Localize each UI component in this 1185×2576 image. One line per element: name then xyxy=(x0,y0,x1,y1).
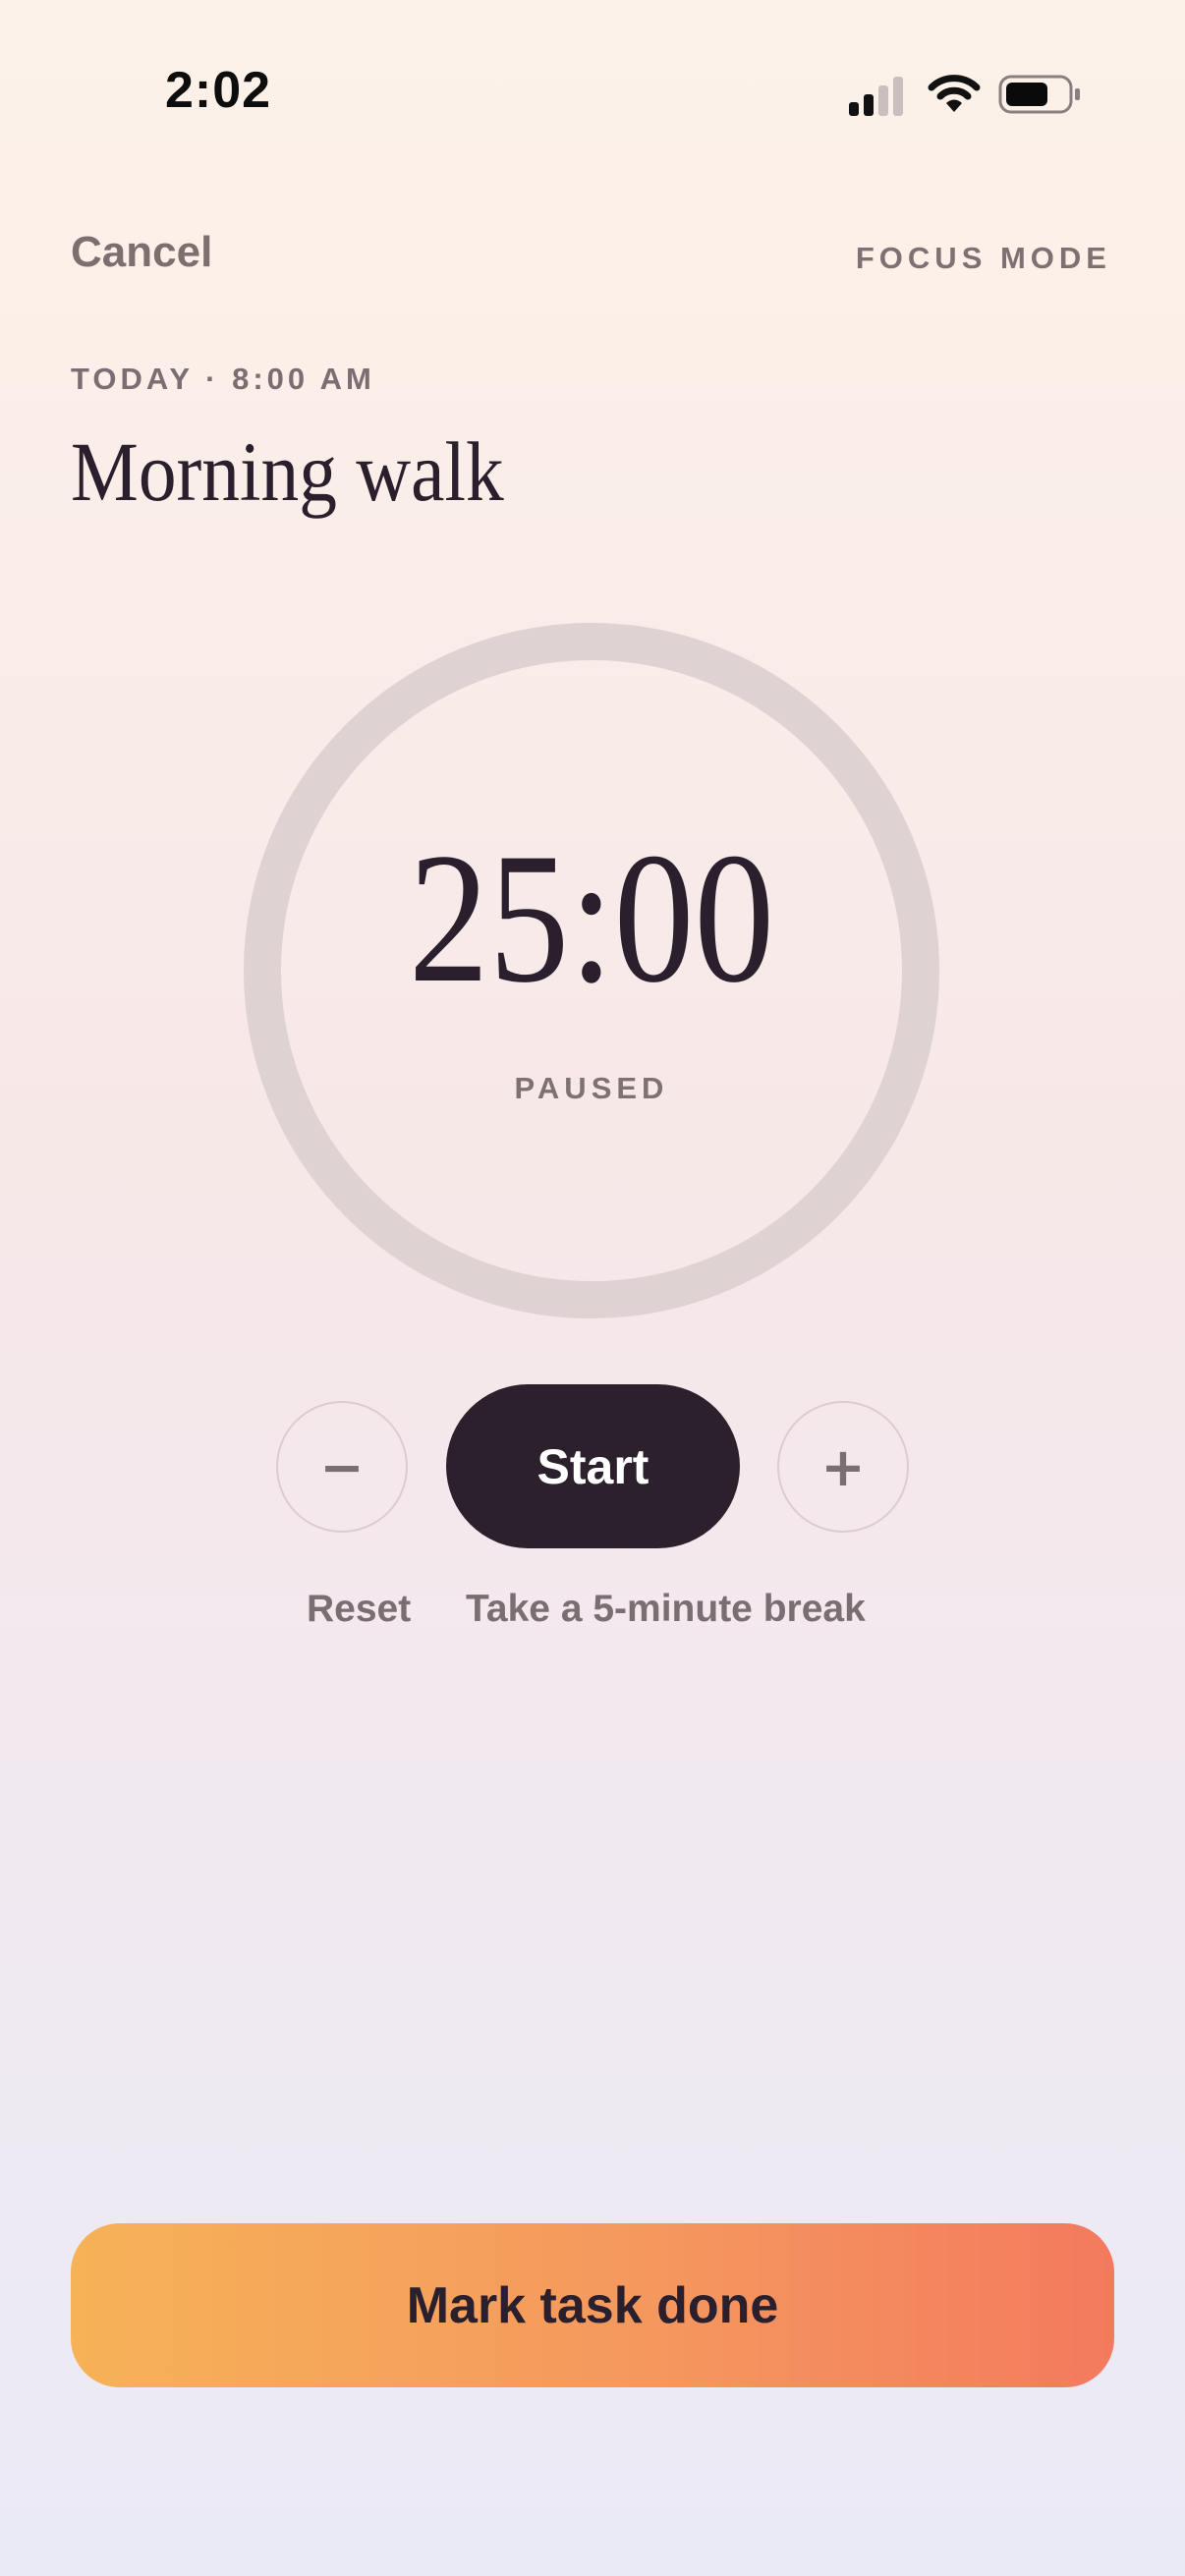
timer-value: 25:00 xyxy=(408,815,775,1022)
task-title: Morning walk xyxy=(71,424,504,519)
reset-link[interactable]: Reset xyxy=(307,1588,411,1631)
battery-icon xyxy=(998,75,1080,114)
status-bar-time: 2:02 xyxy=(165,62,272,119)
mark-task-done-button[interactable]: Mark task done xyxy=(71,2223,1114,2387)
cellular-signal-icon xyxy=(849,77,903,116)
task-date: TODAY · 8:00 AM xyxy=(71,362,375,396)
timer-status: PAUSED xyxy=(514,1071,669,1105)
take-break-link[interactable]: Take a 5-minute break xyxy=(466,1588,866,1631)
minus-icon: − xyxy=(319,1435,365,1498)
decrease-time-button[interactable]: − xyxy=(276,1401,408,1533)
cancel-button[interactable]: Cancel xyxy=(71,228,212,277)
focus-mode-label: FOCUS MODE xyxy=(855,241,1111,275)
wifi-icon xyxy=(928,75,981,112)
increase-time-button[interactable]: + xyxy=(777,1401,909,1533)
plus-icon: + xyxy=(820,1435,866,1498)
start-button[interactable]: Start xyxy=(446,1384,740,1548)
